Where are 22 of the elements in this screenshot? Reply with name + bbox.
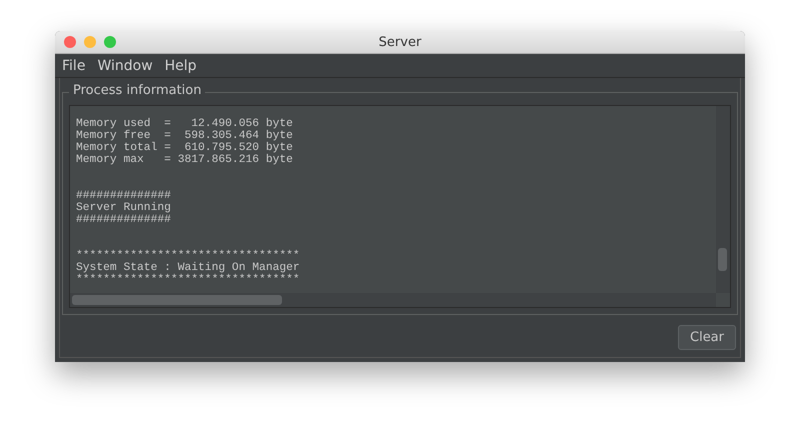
log-line: Memory total = 610.795.520 byte — [76, 142, 293, 154]
minimize-icon[interactable] — [84, 36, 96, 48]
log-line: System State : Waiting On Manager — [76, 262, 300, 274]
log-line: ############## — [76, 190, 171, 202]
log-line: ############## — [76, 214, 171, 226]
menu-item[interactable]: Window — [93, 58, 157, 74]
log-line: ********************************* — [76, 250, 300, 262]
log-line: Memory max = 3817.865.216 byte — [76, 154, 293, 166]
window-title: Server — [378, 34, 422, 50]
horizontal-scrollbar[interactable] — [70, 293, 716, 307]
menu-item[interactable]: File — [58, 58, 90, 74]
log-line: Server Running — [76, 202, 171, 214]
scroll-thumb[interactable] — [72, 295, 282, 305]
menu-item[interactable]: Help — [160, 58, 201, 74]
maximize-icon[interactable] — [104, 36, 116, 48]
log-line: Memory used = 12.490.056 byte — [76, 118, 293, 130]
vertical-scrollbar[interactable] — [716, 106, 730, 293]
close-icon[interactable] — [64, 36, 76, 48]
log-line: Memory free = 598.305.464 byte — [76, 130, 293, 142]
log-line: ********************************* — [76, 274, 300, 286]
scroll-thumb[interactable] — [718, 248, 727, 271]
clear-button[interactable]: Clear — [678, 325, 736, 350]
